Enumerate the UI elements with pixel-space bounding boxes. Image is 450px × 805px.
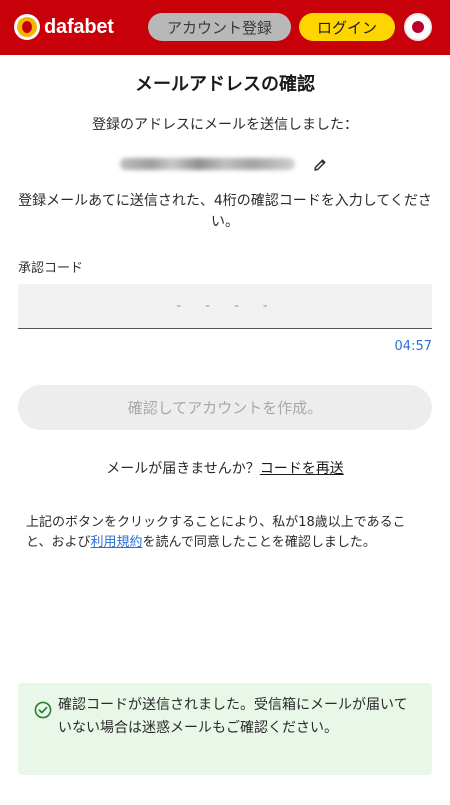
terms-text-after: を読んで同意したことを確認しました。	[142, 535, 376, 550]
dafabet-logo[interactable]: dafabet	[14, 13, 114, 41]
top-header: dafabet アカウント登録 ログイン	[0, 0, 450, 55]
register-account-button[interactable]: アカウント登録	[148, 13, 291, 41]
dafabet-logo-mark-icon	[14, 14, 40, 40]
instruction-text: 登録メールあてに送信された、4桁の確認コードを入力してください。	[18, 193, 432, 230]
resend-prompt: メールが届きませんか？	[106, 461, 260, 477]
japan-flag-icon[interactable]	[404, 13, 432, 41]
check-circle-icon	[34, 701, 52, 719]
page-title: メールアドレスの確認	[135, 74, 315, 95]
resend-code-link[interactable]: コードを再送	[260, 461, 344, 477]
redacted-email	[120, 158, 295, 170]
sent-to-text: 登録のアドレスにメールを送信しました：	[92, 117, 358, 133]
login-button[interactable]: ログイン	[299, 13, 395, 41]
logo-text: dafabet	[44, 15, 114, 38]
countdown-timer: 04:57	[394, 339, 432, 354]
code-sent-toast: 確認コードが送信されました。受信箱にメールが届いていない場合は迷惑メールもご確認…	[18, 683, 432, 775]
verification-code-input[interactable]	[18, 284, 432, 329]
email-row	[120, 154, 340, 174]
terms-notice: 上記のボタンをクリックすることにより、私が18歳以上であること、および利用規約を…	[26, 513, 426, 553]
terms-of-use-link[interactable]: 利用規約	[90, 535, 142, 550]
confirm-create-account-button[interactable]: 確認してアカウントを作成。	[18, 385, 432, 430]
pencil-edit-icon[interactable]	[313, 157, 327, 171]
resend-row: メールが届きませんか？コードを再送	[0, 458, 450, 478]
page: dafabet アカウント登録 ログイン メールアドレスの確認 登録のアドレスに…	[0, 0, 450, 805]
code-field-label: 承認コード	[18, 261, 84, 276]
toast-message: 確認コードが送信されました。受信箱にメールが届いていない場合は迷惑メールもご確認…	[58, 697, 408, 736]
